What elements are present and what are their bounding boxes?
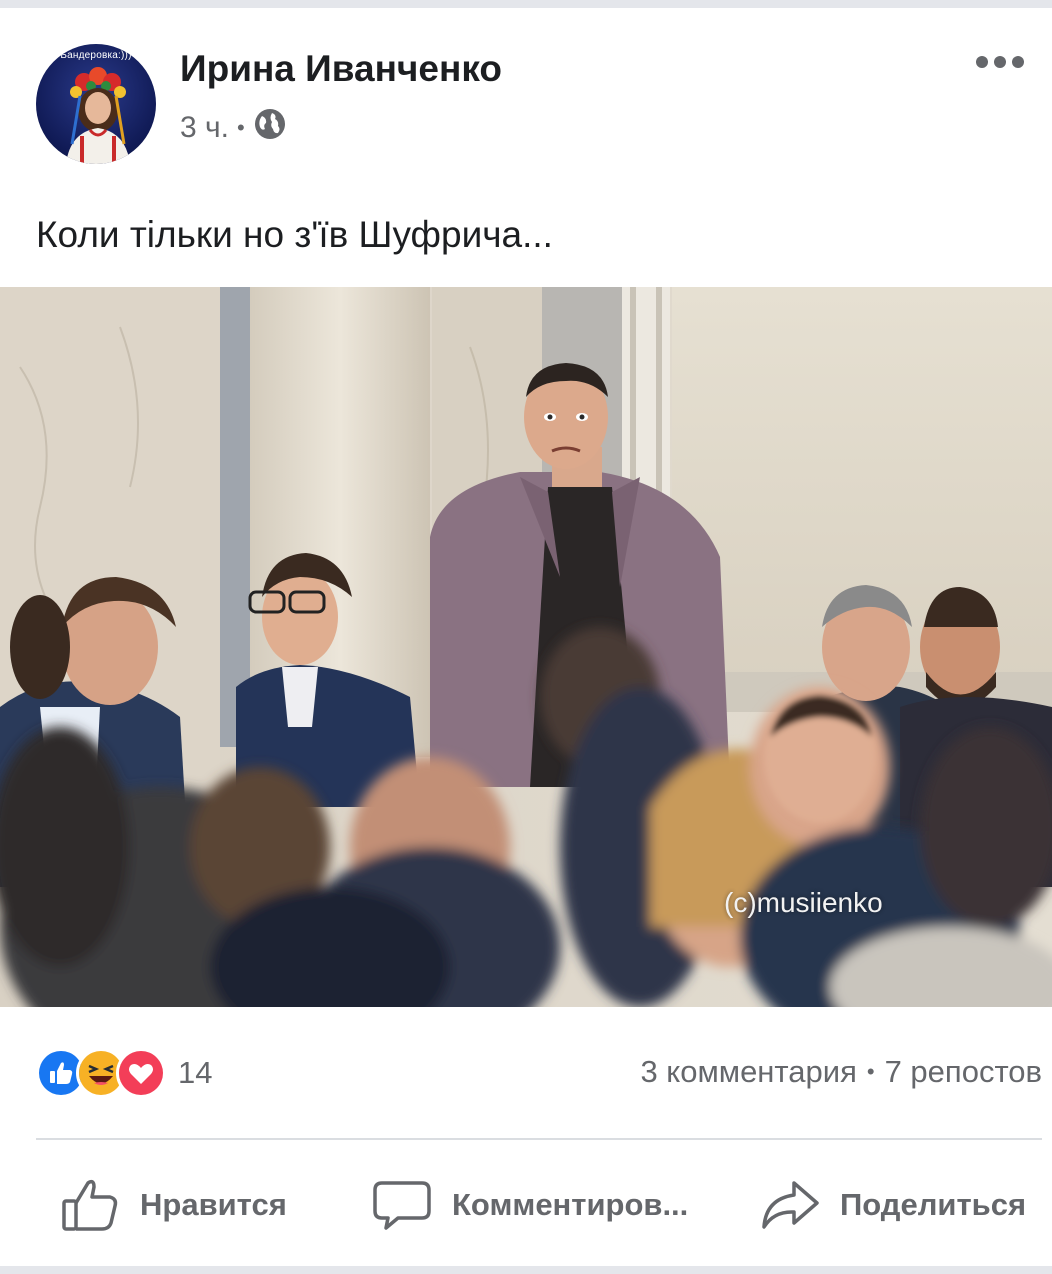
share-button[interactable]: Поделиться [760, 1170, 1026, 1240]
bottom-separator [0, 1266, 1052, 1274]
like-button-label: Нравится [140, 1187, 287, 1222]
comment-button[interactable]: Комментиров... [372, 1170, 688, 1240]
more-dot [1012, 56, 1024, 68]
engagement-stats: 3 комментария • 7 репостов [640, 1054, 1042, 1090]
divider [36, 1138, 1042, 1140]
photo-watermark: (c)musiienko [724, 887, 883, 918]
reactions-summary[interactable]: 14 [36, 1048, 212, 1098]
share-button-label: Поделиться [840, 1187, 1027, 1222]
comments-count-link[interactable]: 3 комментария [640, 1054, 856, 1090]
post-photo[interactable]: (c)musiienko [0, 287, 1052, 1007]
love-reaction-icon [116, 1048, 166, 1098]
post-meta: 3 ч. • [180, 108, 287, 148]
post-time[interactable]: 3 ч. [180, 111, 229, 145]
author-name[interactable]: Ирина Иванченко [180, 48, 502, 90]
top-separator [0, 0, 1052, 8]
share-arrow-icon [762, 1181, 819, 1229]
globe-icon [253, 107, 287, 149]
reaction-count: 14 [178, 1055, 213, 1090]
like-button[interactable]: Нравится [60, 1170, 287, 1240]
meta-separator: • [236, 115, 245, 140]
more-options-button[interactable] [976, 56, 1024, 68]
comment-button-label: Комментиров... [452, 1187, 689, 1222]
comment-icon [373, 1181, 431, 1230]
avatar-caption: Бандеровка:))) [60, 50, 132, 61]
shares-count-link[interactable]: 7 репостов [885, 1054, 1042, 1090]
stats-separator: • [866, 1059, 875, 1084]
thumbs-up-icon [62, 1179, 118, 1231]
post-text: Коли тільки но з'їв Шуфрича... [36, 214, 553, 255]
more-dot [994, 56, 1006, 68]
author-avatar[interactable]: Бандеровка:))) [36, 44, 156, 164]
more-dot [976, 56, 988, 68]
